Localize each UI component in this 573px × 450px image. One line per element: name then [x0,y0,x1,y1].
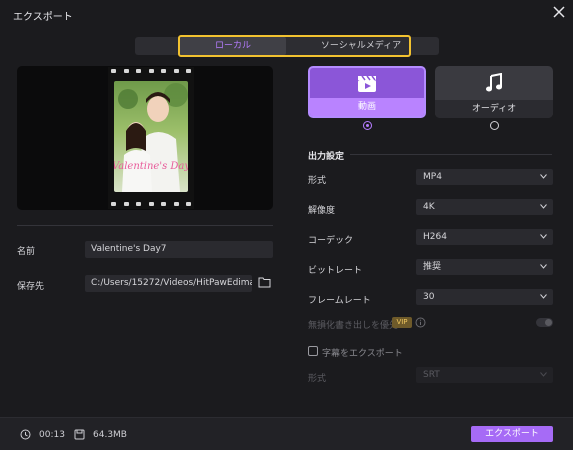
framerate-select[interactable]: 30 [416,289,553,305]
dialog-title: エクスポート [13,12,73,23]
video-format-card[interactable]: 動画 [308,66,426,118]
preview-thumbnail: Valentine's Day [114,81,188,192]
preview-overlay-text: Valentine's Day [114,161,188,172]
close-icon[interactable] [552,5,566,19]
audio-format-label: オーディオ [435,100,553,118]
music-note-icon [486,73,502,92]
export-subtitle-checkbox[interactable] [308,346,318,356]
left-divider [17,225,273,226]
clapperboard-icon [358,75,376,92]
resolution-label: 解像度 [308,206,336,216]
section-divider [350,154,552,155]
save-path-label: 保存先 [17,282,45,292]
file-size-icon [74,429,85,440]
bitrate-value: 推奨 [423,262,442,272]
filmstrip-frame: Valentine's Day [108,67,194,209]
film-perforations-top [111,69,191,74]
subtitle-format-select[interactable]: SRT [416,367,553,383]
resolution-select[interactable]: 4K [416,199,553,215]
framerate-label: フレームレート [308,296,371,306]
subtitle-format-value: SRT [423,370,440,380]
lossless-export-label: 無損化書き出しを優先 [308,321,399,331]
bitrate-select[interactable]: 推奨 [416,259,553,275]
format-select[interactable]: MP4 [416,169,553,185]
film-perforations-bottom [111,202,191,207]
chevron-down-icon [540,264,547,269]
folder-icon[interactable] [258,276,271,288]
export-subtitle-label: 字幕をエクスポート [322,349,403,359]
format-label: 形式 [308,176,327,186]
video-format-radio[interactable] [363,121,372,130]
format-value: MP4 [423,172,442,182]
chevron-down-icon [540,204,547,209]
subtitle-format-label: 形式 [308,374,327,384]
output-settings-heading: 出力設定 [308,152,345,162]
file-name-input[interactable]: Valentine's Day7 [85,241,273,258]
vip-badge: VIP [392,317,412,328]
footer-bar: 00:13 64.3MB エクスポート [0,417,573,450]
lossless-export-toggle[interactable] [536,318,553,327]
audio-format-card[interactable]: オーディオ [435,66,553,118]
name-label: 名前 [17,247,36,257]
codec-value: H264 [423,232,447,242]
framerate-value: 30 [423,292,435,302]
export-button[interactable]: エクスポート [471,426,553,442]
codec-select[interactable]: H264 [416,229,553,245]
chevron-down-icon [540,234,547,239]
bitrate-label: ビットレート [308,266,363,276]
chevron-down-icon [540,174,547,179]
chevron-down-icon [540,372,547,377]
clock-icon [20,429,31,440]
chevron-down-icon [540,294,547,299]
save-path-input[interactable]: C:/Users/15272/Videos/HitPawEdimakor [85,275,252,292]
audio-format-radio[interactable] [490,121,499,130]
resolution-value: 4K [423,202,435,212]
video-format-label: 動画 [310,98,424,116]
tabs-highlight-box [178,35,411,57]
title-bar: エクスポート [0,0,573,28]
video-preview: Valentine's Day [17,66,273,210]
file-size-text: 64.3MB [93,430,127,440]
duration-text: 00:13 [39,430,65,440]
info-icon[interactable] [415,317,426,328]
codec-label: コーデック [308,236,354,246]
